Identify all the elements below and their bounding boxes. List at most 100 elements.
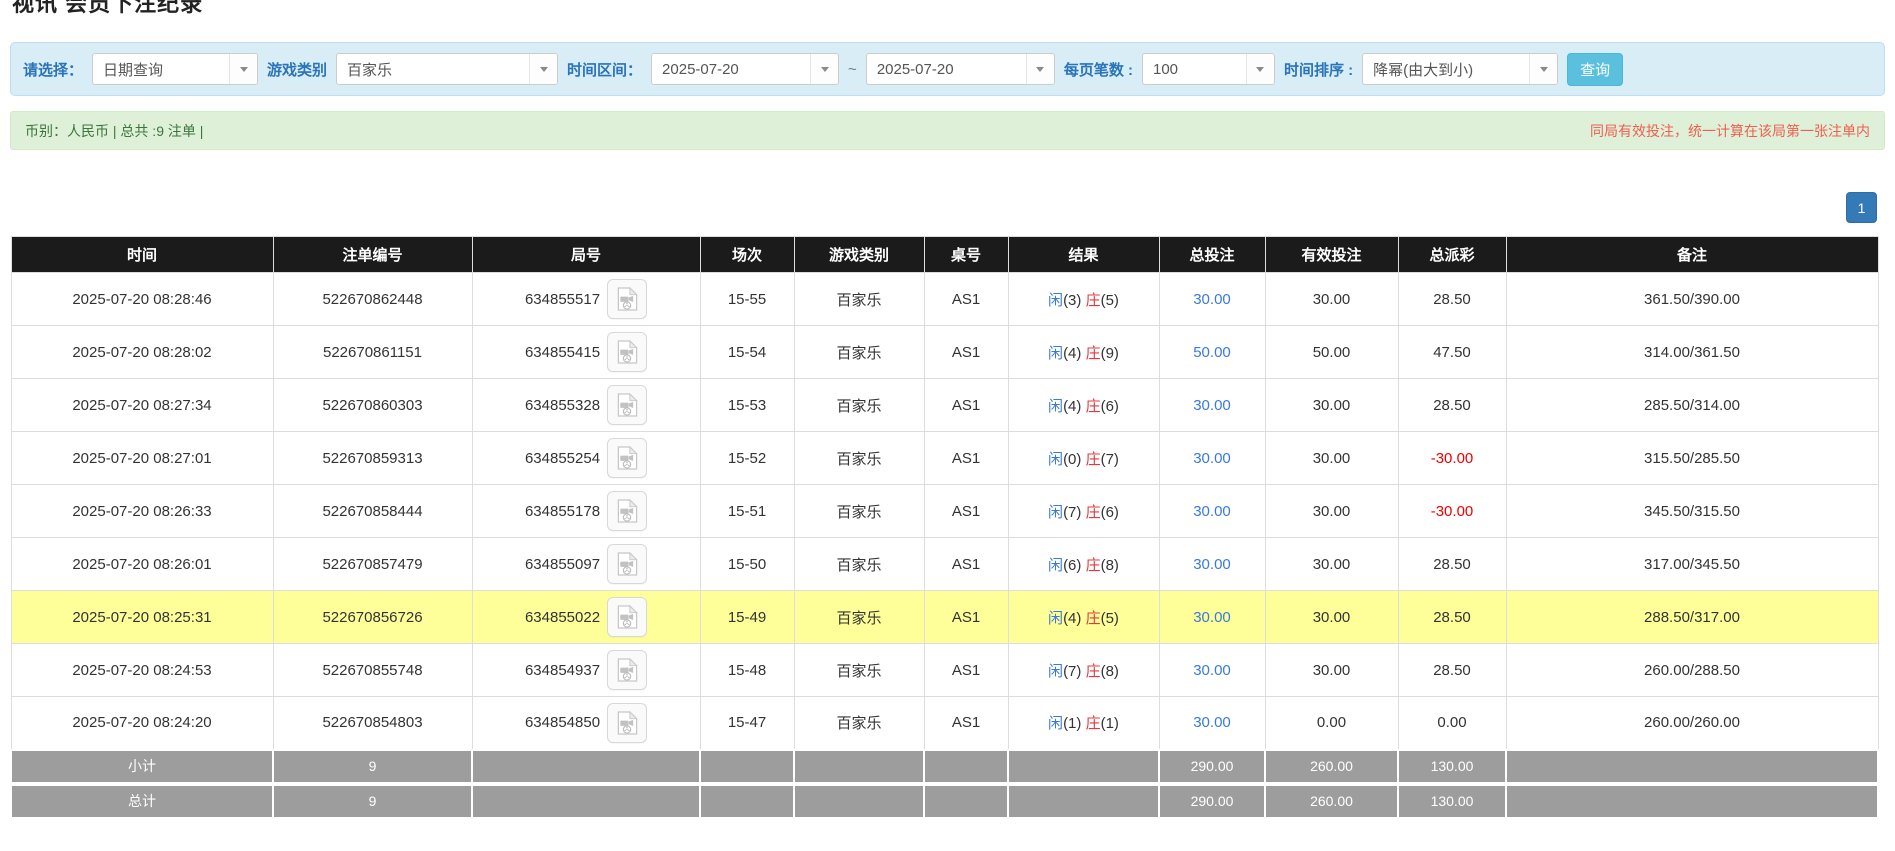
video-replay-button[interactable]: [607, 544, 647, 584]
caret-down-icon: [810, 54, 838, 84]
cell-total-bet[interactable]: 30.00: [1159, 379, 1265, 432]
banker-label: 庄: [1086, 610, 1101, 627]
player-score: (0): [1063, 451, 1081, 468]
cell-table-no: AS1: [924, 273, 1008, 326]
empty: [924, 785, 1008, 818]
column-header: 注单编号: [273, 237, 472, 273]
summary-label: 总计: [11, 785, 273, 818]
video-replay-button[interactable]: [607, 438, 647, 478]
cell-valid-bet: 30.00: [1265, 591, 1398, 644]
cell-bet-id: 522670860303: [273, 379, 472, 432]
video-replay-button[interactable]: [607, 491, 647, 531]
cell-payout: 47.50: [1398, 326, 1506, 379]
cell-remark: 260.00/288.50: [1506, 644, 1878, 697]
cell-valid-bet: 30.00: [1265, 432, 1398, 485]
banker-score: (6): [1101, 504, 1119, 521]
cell-result: 闲(4) 庄(5): [1008, 591, 1159, 644]
cell-total-bet[interactable]: 30.00: [1159, 432, 1265, 485]
video-replay-button[interactable]: [607, 385, 647, 425]
game-type-select[interactable]: 百家乐: [336, 53, 558, 85]
bet-records-table: 时间注单编号局号场次游戏类别桌号结果总投注有效投注总派彩备注 2025-07-2…: [10, 236, 1879, 819]
column-header: 总投注: [1159, 237, 1265, 273]
banker-label: 庄: [1086, 663, 1101, 680]
round-id-text: 634855517: [525, 291, 600, 308]
query-type-value: 日期查询: [93, 59, 163, 80]
banker-score: (5): [1101, 610, 1119, 627]
cell-bet-id: 522670859313: [273, 432, 472, 485]
valid-bet-note: 同局有效投注，统一计算在该局第一张注单内: [1590, 121, 1870, 141]
video-replay-button[interactable]: [607, 703, 647, 743]
round-id-group: 634855022: [525, 597, 647, 637]
table-row: 2025-07-20 08:26:01522670857479634855097…: [11, 538, 1878, 591]
caret-down-icon: [1246, 54, 1274, 84]
cell-valid-bet: 30.00: [1265, 379, 1398, 432]
cell-total-bet[interactable]: 30.00: [1159, 538, 1265, 591]
cell-payout: 28.50: [1398, 644, 1506, 697]
cell-payout: 28.50: [1398, 538, 1506, 591]
player-label: 闲: [1048, 504, 1063, 521]
cell-valid-bet: 50.00: [1265, 326, 1398, 379]
empty: [700, 750, 794, 783]
round-id-text: 634854937: [525, 662, 600, 679]
video-replay-button[interactable]: [607, 332, 647, 372]
cell-bet-id: 522670855748: [273, 644, 472, 697]
time-sort-label: 时间排序 :: [1284, 59, 1353, 80]
cell-result: 闲(4) 庄(9): [1008, 326, 1159, 379]
video-replay-button[interactable]: [607, 279, 647, 319]
video-file-icon: [616, 340, 638, 364]
cell-total-bet[interactable]: 50.00: [1159, 326, 1265, 379]
caret-down-icon: [229, 54, 257, 84]
player-label: 闲: [1048, 398, 1063, 415]
cell-table-no: AS1: [924, 644, 1008, 697]
player-label: 闲: [1048, 345, 1063, 362]
cell-total-bet[interactable]: 30.00: [1159, 591, 1265, 644]
date-to-select[interactable]: 2025-07-20: [866, 53, 1055, 85]
player-label: 闲: [1048, 292, 1063, 309]
cell-game-type: 百家乐: [794, 273, 924, 326]
empty: [1008, 750, 1159, 783]
round-id-group: 634855328: [525, 385, 647, 425]
date-from-value: 2025-07-20: [652, 61, 739, 78]
cell-time: 2025-07-20 08:27:34: [11, 379, 273, 432]
caret-down-icon: [529, 54, 557, 84]
video-file-icon: [616, 658, 638, 682]
video-replay-button[interactable]: [607, 597, 647, 637]
cell-time: 2025-07-20 08:27:01: [11, 432, 273, 485]
cell-time: 2025-07-20 08:28:46: [11, 273, 273, 326]
cell-total-bet[interactable]: 30.00: [1159, 697, 1265, 750]
round-id-text: 634855254: [525, 450, 600, 467]
cell-time: 2025-07-20 08:24:53: [11, 644, 273, 697]
time-sort-select[interactable]: 降幂(由大到小): [1362, 53, 1558, 85]
page-1-button[interactable]: 1: [1846, 192, 1877, 223]
cell-table-no: AS1: [924, 326, 1008, 379]
cell-session: 15-50: [700, 538, 794, 591]
table-row: 2025-07-20 08:24:53522670855748 634854937…: [11, 644, 1878, 697]
player-score: (7): [1063, 504, 1081, 521]
video-file-icon: [616, 605, 638, 629]
empty: [924, 750, 1008, 783]
query-type-select[interactable]: 日期查询: [92, 53, 258, 85]
page-size-select[interactable]: 100: [1142, 53, 1275, 85]
cell-valid-bet: 30.00: [1265, 485, 1398, 538]
summary-count: 9: [273, 750, 472, 783]
video-replay-button[interactable]: [607, 650, 647, 690]
table-row: 2025-07-20 08:27:34522670860303 634855328…: [11, 379, 1878, 432]
page-size-label: 每页笔数 :: [1064, 59, 1133, 80]
cell-total-bet[interactable]: 30.00: [1159, 644, 1265, 697]
banker-score: (8): [1101, 557, 1119, 574]
date-to-value: 2025-07-20: [867, 61, 954, 78]
cell-total-bet[interactable]: 30.00: [1159, 273, 1265, 326]
banker-score: (7): [1101, 451, 1119, 468]
cell-table-no: AS1: [924, 591, 1008, 644]
cell-payout: 28.50: [1398, 591, 1506, 644]
cell-total-bet[interactable]: 30.00: [1159, 485, 1265, 538]
round-id-group: 634854937: [525, 650, 647, 690]
cell-round-id: 634854850: [472, 697, 700, 750]
video-file-icon: [616, 393, 638, 417]
video-file-icon: [616, 499, 638, 523]
cell-table-no: AS1: [924, 432, 1008, 485]
date-from-select[interactable]: 2025-07-20: [651, 53, 839, 85]
search-button[interactable]: 查询: [1567, 53, 1623, 86]
cell-session: 15-47: [700, 697, 794, 750]
player-label: 闲: [1048, 715, 1063, 732]
